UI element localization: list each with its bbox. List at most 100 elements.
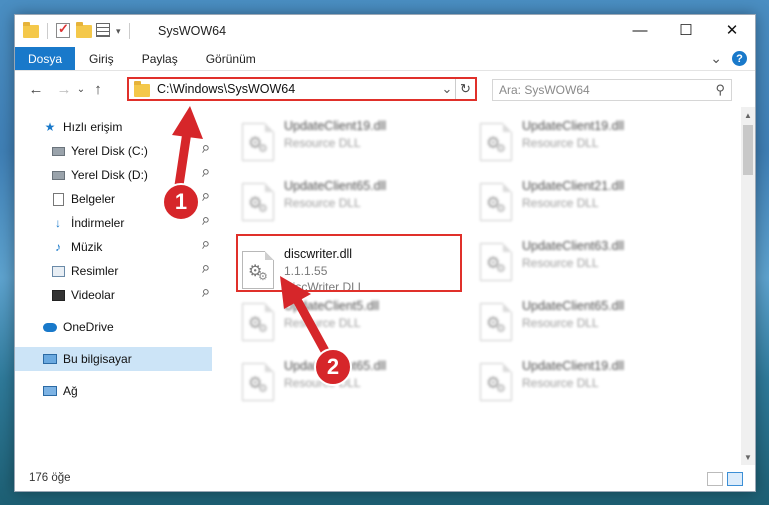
sidebar-item-label: Ağ xyxy=(63,384,78,398)
scrollbar-thumb[interactable] xyxy=(743,125,753,175)
minimize-button[interactable]: — xyxy=(617,15,663,45)
address-bar[interactable]: C:\Windows\SysWOW64 ⌄ ↻ xyxy=(127,77,477,101)
sidebar-item-this-pc[interactable]: Bu bilgisayar xyxy=(15,347,212,371)
quick-access-toolbar: ▾ xyxy=(23,21,134,39)
maximize-button[interactable]: ☐ xyxy=(663,15,709,45)
cloud-icon xyxy=(43,320,57,334)
file-name: UpdateClient63.dll xyxy=(522,239,625,253)
file-list: ⚙ ⚙ UpdateClient19.dll Resource DLL ⚙ ⚙ Up… xyxy=(212,107,741,465)
large-icons-view-icon[interactable] xyxy=(727,472,743,486)
folder-icon xyxy=(134,80,150,97)
pin-icon: ⚲ xyxy=(198,190,211,205)
sidebar-item-label: Belgeler xyxy=(71,192,116,206)
file-item[interactable]: ⚙ ⚙ UpdateClient19.dll Resource DLL xyxy=(472,113,692,165)
file-item[interactable]: ⚙ ⚙ UpdateClient5.dll Resource DLL xyxy=(234,293,454,345)
pin-icon: ⚲ xyxy=(198,142,211,157)
computer-icon xyxy=(43,352,57,366)
sidebar-item-videos[interactable]: Videolar ⚲ xyxy=(15,283,212,307)
star-icon: ★ xyxy=(44,120,56,134)
sidebar-item-network[interactable]: Ağ xyxy=(15,379,212,403)
drive-icon xyxy=(51,144,65,158)
file-type: Resource DLL xyxy=(284,196,361,210)
close-button[interactable]: ✕ xyxy=(709,15,755,45)
file-name: UpdateClient65.dll xyxy=(284,179,387,193)
tab-home[interactable]: Giriş xyxy=(75,47,128,70)
pictures-icon xyxy=(51,264,65,278)
toolbar-divider xyxy=(128,23,130,39)
dll-file-icon: ⚙ ⚙ xyxy=(480,123,512,161)
pin-icon: ⚲ xyxy=(198,286,211,301)
tab-file[interactable]: Dosya xyxy=(15,47,76,70)
discwriter-highlight-box xyxy=(236,234,462,292)
file-item[interactable]: ⚙ ⚙ UpdateClient21.dll Resource DLL xyxy=(472,173,692,225)
scroll-up-icon[interactable]: ▲ xyxy=(741,107,755,123)
dll-file-icon: ⚙ ⚙ xyxy=(242,363,274,401)
pin-icon: ⚲ xyxy=(198,262,211,277)
up-button[interactable]: ↑ xyxy=(87,81,109,98)
status-bar: 176 öğe xyxy=(15,465,755,491)
search-icon[interactable]: ⚲ xyxy=(715,82,725,98)
properties-icon[interactable] xyxy=(96,23,112,39)
customize-toolbar-chevron-icon[interactable]: ▾ xyxy=(116,26,121,37)
step-2-callout: 2 xyxy=(314,348,352,386)
vertical-scrollbar[interactable]: ▲ ▼ xyxy=(741,107,755,465)
scroll-down-icon[interactable]: ▼ xyxy=(741,449,755,465)
step-1-callout: 1 xyxy=(162,183,200,221)
file-name: UpdateClient5.dll xyxy=(284,299,380,313)
sidebar-item-music[interactable]: ♪ Müzik ⚲ xyxy=(15,235,212,259)
properties-check-icon[interactable] xyxy=(56,21,72,39)
sidebar-item-onedrive[interactable]: OneDrive xyxy=(15,315,212,339)
pin-icon: ⚲ xyxy=(198,238,211,253)
sidebar-item-label: Videolar xyxy=(71,288,115,302)
recent-locations-chevron-icon[interactable]: ⌄ xyxy=(75,84,87,95)
new-folder-icon[interactable] xyxy=(76,22,92,39)
tab-share[interactable]: Paylaş xyxy=(128,47,192,70)
details-view-icon[interactable] xyxy=(707,472,723,486)
tab-view[interactable]: Görünüm xyxy=(192,47,270,70)
file-type: Resource DLL xyxy=(522,136,599,150)
file-item[interactable]: ⚙ ⚙ UpdateClient63.dll Resource DLL xyxy=(472,233,692,285)
search-placeholder[interactable]: Ara: SysWOW64 xyxy=(499,83,590,97)
dll-file-icon: ⚙ ⚙ xyxy=(242,123,274,161)
pin-icon: ⚲ xyxy=(198,166,211,181)
file-type: Resource DLL xyxy=(284,136,361,150)
file-item[interactable]: ⚙⚙ UpdateClient65.dll Resource DLL xyxy=(472,293,692,345)
dll-file-icon: ⚙ ⚙ xyxy=(242,303,274,341)
back-button[interactable]: ← xyxy=(25,81,47,98)
file-type: Resource DLL xyxy=(522,256,599,270)
sidebar-item-label: Müzik xyxy=(71,240,103,254)
address-path[interactable]: C:\Windows\SysWOW64 xyxy=(157,82,295,96)
help-icon[interactable]: ? xyxy=(732,51,747,66)
sidebar-item-label: Yerel Disk (C:) xyxy=(71,144,148,158)
pin-icon: ⚲ xyxy=(198,214,211,229)
address-dropdown-chevron-icon[interactable]: ⌄ xyxy=(439,81,455,97)
sidebar-item-label: İndirmeler xyxy=(71,216,125,230)
sidebar-item-label: Resimler xyxy=(71,264,119,278)
sidebar-item-pictures[interactable]: Resimler ⚲ xyxy=(15,259,212,283)
sidebar-item-quick-access[interactable]: ★ Hızlı erişim xyxy=(15,115,212,139)
file-name: UpdateClient19.dll xyxy=(284,119,387,133)
file-name: UpdateClient19.dll xyxy=(522,119,625,133)
music-icon: ♪ xyxy=(55,240,61,254)
ribbon-expand-chevron-icon[interactable]: ⌄ xyxy=(710,50,722,67)
window-title: SysWOW64 xyxy=(158,24,227,38)
folder-icon[interactable] xyxy=(23,22,39,39)
refresh-button[interactable]: ↻ xyxy=(455,79,475,99)
navigation-bar: ← → ⌄ ↑ C:\Windows\SysWOW64 ⌄ ↻ Ara: Sys… xyxy=(15,71,755,107)
videos-icon xyxy=(51,288,65,302)
file-item[interactable]: ⚙⚙ UpdateClient65.dll Resource DLL xyxy=(234,173,454,225)
file-item[interactable]: ⚙ ⚙ UpdateClient19.dll Resource DLL xyxy=(234,113,454,165)
dll-file-icon: ⚙ ⚙ xyxy=(480,243,512,281)
sidebar-item-local-disk-c[interactable]: Yerel Disk (C:) ⚲ xyxy=(15,139,212,163)
network-icon xyxy=(43,384,57,398)
sidebar-item-label: Yerel Disk (D:) xyxy=(71,168,148,182)
search-box[interactable]: Ara: SysWOW64 ⚲ xyxy=(492,79,732,101)
sidebar-item-label: Hızlı erişim xyxy=(63,120,123,134)
title-bar: ▾ SysWOW64 — ☐ ✕ xyxy=(15,15,755,47)
documents-icon xyxy=(51,192,65,206)
dll-file-icon: ⚙ ⚙ xyxy=(480,183,512,221)
dll-file-icon: ⚙ ⚙ xyxy=(480,363,512,401)
file-type: Resource DLL xyxy=(522,376,599,390)
file-item[interactable]: ⚙ ⚙ UpdateClient19.dll Resource DLL xyxy=(472,353,692,405)
forward-button[interactable]: → xyxy=(53,81,75,98)
